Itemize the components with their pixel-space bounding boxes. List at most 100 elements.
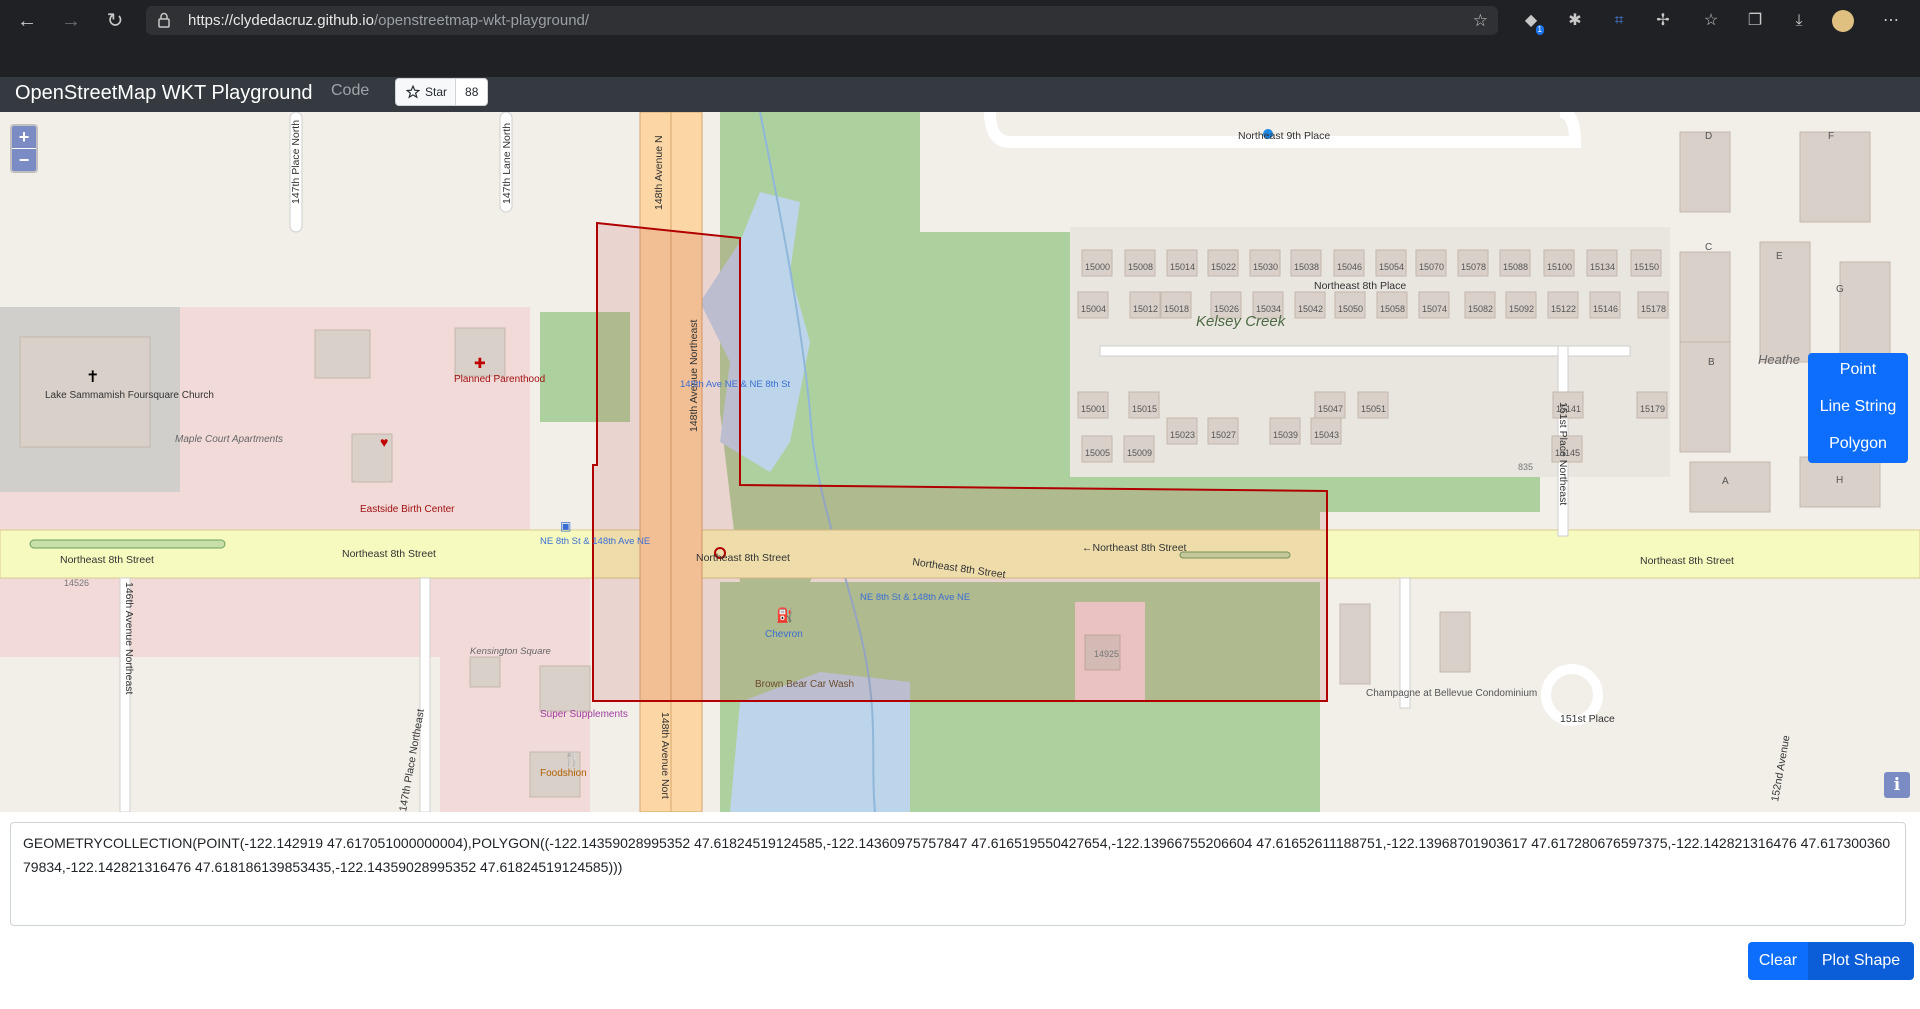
address-bar[interactable]: https://clydedacruz.github.io/openstreet…	[146, 6, 1498, 35]
label-church: Lake Sammamish Foursquare Church	[45, 390, 214, 401]
church-icon: ✝	[86, 369, 99, 386]
browser-spacer	[0, 42, 1920, 77]
house-number: 15018	[1164, 304, 1189, 314]
more-menu-icon[interactable]: ⋯	[1880, 10, 1902, 32]
app-title[interactable]: OpenStreetMap WKT Playground	[15, 82, 313, 105]
house-number: 15012	[1133, 304, 1158, 314]
avatar[interactable]	[1832, 10, 1854, 32]
label-bus-stop-north: 148th Ave NE & NE 8th St	[680, 379, 791, 390]
house-number: 15030	[1253, 262, 1278, 272]
house-number: 15088	[1503, 262, 1528, 272]
house-number: 15047	[1318, 404, 1343, 414]
house-number: 15009	[1127, 448, 1152, 458]
house-number: 15051	[1361, 404, 1386, 414]
favorites-icon[interactable]: ☆	[1700, 10, 1722, 32]
info-button[interactable]: i	[1884, 772, 1910, 798]
house-number: 15074	[1422, 304, 1447, 314]
map-view[interactable]: Northeast 9th Place Northeast 8th Place …	[0, 112, 1920, 812]
house-number: 15022	[1211, 262, 1236, 272]
label-148th-ave-ne: 148th Avenue Northeast	[688, 319, 700, 432]
favorite-icon[interactable]: ☆	[1473, 11, 1488, 31]
app-navbar: OpenStreetMap WKT Playground Code Star 8…	[0, 77, 1920, 112]
label-super-supplements: Super Supplements	[540, 709, 628, 720]
map-tiles: Northeast 9th Place Northeast 8th Place …	[0, 112, 1920, 812]
label-heather: Heathe	[1758, 352, 1800, 367]
block-label: C	[1705, 242, 1712, 253]
house-number: 15141	[1556, 404, 1581, 414]
action-buttons: Clear Plot Shape	[1748, 942, 1914, 980]
label-kelsey-creek: Kelsey Creek	[1196, 313, 1287, 330]
wkt-textarea[interactable]: GEOMETRYCOLLECTION(POINT(-122.142919 47.…	[10, 822, 1906, 926]
draw-polygon-button[interactable]: Polygon	[1808, 427, 1908, 464]
house-number: 15039	[1273, 430, 1298, 440]
zoom-out-button[interactable]: −	[12, 148, 36, 171]
house-number: 15054	[1379, 262, 1404, 272]
draw-linestring-button[interactable]: Line String	[1808, 390, 1908, 427]
house-number: 15078	[1461, 262, 1486, 272]
label-addr-835: 835	[1518, 462, 1533, 472]
star-icon	[406, 85, 420, 99]
label-chevron: Chevron	[765, 629, 803, 640]
label-foodshion: Foodshion	[540, 768, 587, 779]
house-number: 15038	[1294, 262, 1319, 272]
house-number: 15000	[1085, 262, 1110, 272]
label-ne-9th-place: Northeast 9th Place	[1238, 130, 1330, 142]
label-bus-stop-west: NE 8th St & 148th Ave NE	[540, 536, 650, 547]
draw-menu: Point Line String Polygon	[1808, 353, 1908, 463]
collections-icon[interactable]: ❐	[1744, 10, 1766, 32]
label-151st-place-circle: 151st Place	[1560, 713, 1615, 725]
house-number: 15179	[1640, 404, 1665, 414]
lock-icon	[158, 12, 170, 28]
github-star-button[interactable]: Star	[396, 79, 457, 105]
reload-icon[interactable]: ↻	[102, 8, 128, 34]
clear-button[interactable]: Clear	[1748, 942, 1808, 980]
block-label: D	[1705, 131, 1712, 142]
label-brown-bear: Brown Bear Car Wash	[755, 679, 854, 690]
food-icon: 🍴	[563, 751, 580, 768]
block-label: A	[1722, 476, 1729, 487]
zoom-in-button[interactable]: +	[12, 126, 36, 148]
bus-stop-icon: ▣	[560, 519, 571, 533]
house-number: 15058	[1380, 304, 1405, 314]
label-ne-8th-east: ←Northeast 8th Street	[1082, 542, 1187, 554]
house-number: 15008	[1128, 262, 1153, 272]
house-number: 15145	[1555, 448, 1580, 458]
back-icon[interactable]: ←	[14, 8, 40, 34]
plot-shape-button[interactable]: Plot Shape	[1808, 942, 1914, 980]
star-count[interactable]: 88	[456, 79, 487, 105]
house-number: 15042	[1298, 304, 1323, 314]
fuel-icon: ⛽	[776, 607, 793, 624]
label-ne-8th-mid-west: Northeast 8th Street	[342, 548, 436, 560]
puzzle-icon[interactable]: ✢	[1652, 10, 1674, 32]
house-number: 15100	[1547, 262, 1572, 272]
extension-badge: 1	[1535, 25, 1544, 35]
house-number: 15134	[1590, 262, 1615, 272]
house-number: 15070	[1419, 262, 1444, 272]
house-number: 15001	[1081, 404, 1106, 414]
extension-icon[interactable]: ◆ 1	[1520, 10, 1544, 35]
forward-icon[interactable]: →	[58, 8, 84, 34]
url-text: https://clydedacruz.github.io/openstreet…	[188, 12, 589, 29]
crop-icon[interactable]: ⌗	[1608, 10, 1630, 32]
draw-point-button[interactable]: Point	[1808, 353, 1908, 390]
bug-icon[interactable]: ✱	[1564, 10, 1586, 32]
house-number: 15015	[1132, 404, 1157, 414]
code-link[interactable]: Code	[331, 82, 369, 100]
github-star-widget[interactable]: Star 88	[395, 78, 489, 106]
house-number: 15046	[1337, 262, 1362, 272]
health-icon: ✚	[474, 355, 486, 371]
block-label: B	[1708, 357, 1715, 368]
house-number: 15027	[1211, 430, 1236, 440]
label-eastside-birth: Eastside Birth Center	[360, 504, 455, 515]
block-label: H	[1836, 475, 1843, 486]
label-bus-stop-east: NE 8th St & 148th Ave NE	[860, 592, 970, 603]
house-number: 15122	[1551, 304, 1576, 314]
house-number: 15004	[1081, 304, 1106, 314]
label-148th-ave-bottom: 148th Avenue Nort	[659, 712, 671, 799]
star-label: Star	[425, 85, 448, 99]
house-number: 15150	[1634, 262, 1659, 272]
label-addr-14526: 14526	[64, 578, 89, 588]
download-icon[interactable]: ⤓	[1788, 10, 1810, 32]
label-maple-court: Maple Court Apartments	[175, 434, 283, 445]
zoom-control: + −	[10, 124, 38, 173]
